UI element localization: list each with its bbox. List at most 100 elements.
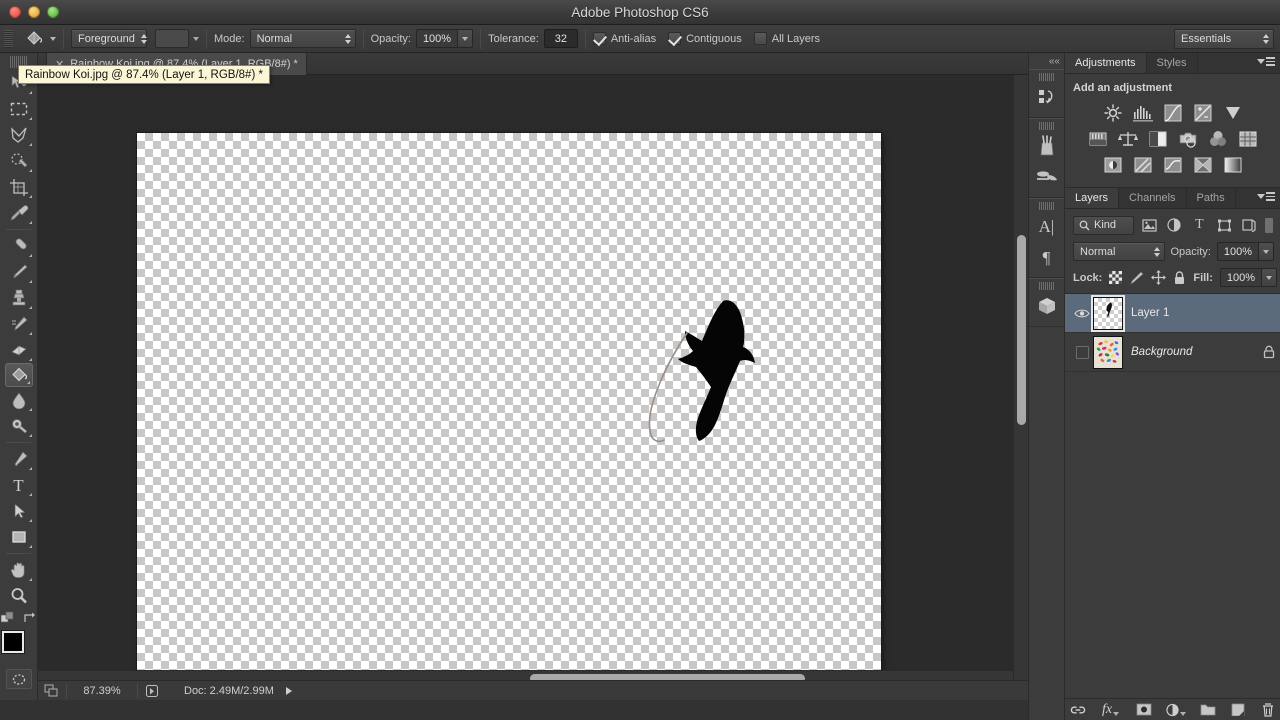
layer-fill-dropdown-icon[interactable] (1262, 268, 1277, 287)
brightness-contrast-icon[interactable] (1101, 102, 1125, 124)
clone-source-icon[interactable] (1032, 162, 1062, 192)
rail-grip[interactable] (1039, 73, 1054, 81)
tab-paths[interactable]: Paths (1187, 188, 1236, 208)
levels-icon[interactable] (1131, 102, 1155, 124)
rail-grip[interactable] (1039, 122, 1054, 130)
tab-channels[interactable]: Channels (1119, 188, 1186, 208)
lock-transparent-icon[interactable] (1109, 270, 1122, 286)
anti-alias-checkbox[interactable]: Anti-alias (593, 32, 656, 45)
resize-grip-icon[interactable] (38, 684, 66, 698)
vibrance-icon[interactable] (1221, 102, 1245, 124)
layer-style-icon[interactable]: fx (1100, 702, 1122, 718)
layer-fill-field[interactable]: 100% (1220, 268, 1277, 287)
layer-row-background[interactable]: Background (1065, 333, 1280, 372)
delete-layer-icon[interactable] (1260, 702, 1276, 718)
lock-all-icon[interactable] (1173, 270, 1186, 286)
scrollbar-thumb[interactable] (1017, 235, 1026, 425)
hand-tool[interactable] (4, 557, 34, 583)
pattern-swatch[interactable] (155, 29, 189, 48)
tab-adjustments[interactable]: Adjustments (1065, 53, 1147, 73)
crop-tool[interactable] (4, 174, 34, 200)
invert-icon[interactable] (1101, 154, 1125, 176)
brush-presets-icon[interactable] (1032, 131, 1062, 161)
filter-toggle-switch[interactable] (1265, 215, 1274, 235)
history-brush-tool[interactable] (4, 311, 34, 337)
color-balance-icon[interactable] (1116, 128, 1140, 150)
expand-panels-button[interactable]: «« (1029, 53, 1064, 69)
workspace-select[interactable]: Essentials (1174, 29, 1274, 49)
spot-healing-brush-tool[interactable] (4, 233, 34, 259)
rail-grip[interactable] (1039, 202, 1054, 210)
threshold-icon[interactable] (1161, 154, 1185, 176)
rectangle-tool[interactable] (4, 524, 34, 550)
options-grip[interactable] (4, 30, 13, 48)
opacity-dropdown-icon[interactable] (458, 29, 473, 48)
paragraph-icon[interactable]: ¶ (1032, 242, 1062, 272)
foreground-color-swatch[interactable] (2, 631, 24, 653)
dodge-tool[interactable] (4, 413, 34, 439)
all-layers-checkbox[interactable]: All Layers (754, 32, 820, 45)
link-layers-icon[interactable] (1070, 702, 1086, 718)
quick-mask-toggle[interactable] (6, 669, 32, 689)
brush-tool[interactable] (4, 259, 34, 285)
preview-flag-icon[interactable] (138, 684, 166, 698)
hue-saturation-icon[interactable] (1086, 128, 1110, 150)
eraser-tool[interactable] (4, 337, 34, 363)
blur-tool[interactable] (4, 387, 34, 413)
photo-filter-icon[interactable] (1176, 128, 1200, 150)
tab-layers[interactable]: Layers (1065, 188, 1119, 208)
default-colors-icon[interactable] (1, 611, 15, 625)
layer-row-layer-1[interactable]: Layer 1 (1065, 294, 1280, 333)
selective-color-icon[interactable] (1191, 154, 1215, 176)
layer-thumbnail[interactable] (1093, 297, 1123, 330)
panel-menu-icon[interactable] (1257, 57, 1275, 66)
smartobject-filter-icon[interactable] (1240, 215, 1259, 235)
layer-name[interactable]: Layer 1 (1131, 307, 1280, 319)
contiguous-checkbox[interactable]: Contiguous (668, 32, 742, 45)
layer-opacity-field[interactable]: 100% (1217, 242, 1274, 261)
layer-blend-mode-select[interactable]: Normal (1073, 242, 1165, 261)
eyedropper-tool[interactable] (4, 200, 34, 226)
tab-styles[interactable]: Styles (1147, 53, 1198, 73)
layer-filter-kind-select[interactable]: Kind (1073, 216, 1134, 235)
status-menu-arrow-icon[interactable] (286, 687, 292, 695)
current-tool-preset[interactable] (21, 28, 56, 50)
type-filter-icon[interactable]: T (1190, 215, 1209, 235)
exposure-icon[interactable] (1191, 102, 1215, 124)
layer-thumbnail[interactable] (1093, 336, 1123, 369)
canvas[interactable] (137, 133, 881, 685)
channel-mixer-icon[interactable] (1206, 128, 1230, 150)
adjustment-filter-icon[interactable] (1165, 215, 1184, 235)
shape-filter-icon[interactable] (1215, 215, 1234, 235)
pen-tool[interactable] (4, 446, 34, 472)
color-lookup-icon[interactable] (1236, 128, 1260, 150)
quick-selection-tool[interactable] (4, 148, 34, 174)
rail-grip[interactable] (1039, 282, 1054, 290)
pattern-picker[interactable] (155, 29, 199, 48)
history-icon[interactable] (1032, 82, 1062, 112)
new-layer-icon[interactable] (1230, 702, 1246, 718)
lock-image-icon[interactable] (1129, 270, 1144, 286)
fill-source-select[interactable]: Foreground (71, 29, 147, 48)
posterize-icon[interactable] (1131, 154, 1155, 176)
character-icon[interactable]: A| (1032, 211, 1062, 241)
zoom-tool[interactable] (4, 583, 34, 609)
layer-name[interactable]: Background (1131, 346, 1258, 358)
rectangular-marquee-tool[interactable] (4, 96, 34, 122)
layer-opacity-dropdown-icon[interactable] (1259, 242, 1274, 261)
new-adjustment-icon[interactable] (1166, 702, 1186, 718)
3d-icon[interactable] (1032, 291, 1062, 321)
pixel-filter-icon[interactable] (1140, 215, 1159, 235)
opacity-field[interactable]: 100% (416, 29, 473, 48)
clone-stamp-tool[interactable] (4, 285, 34, 311)
lasso-tool[interactable] (4, 122, 34, 148)
curves-icon[interactable] (1161, 102, 1185, 124)
black-white-icon[interactable] (1146, 128, 1170, 150)
canvas-viewport[interactable] (38, 75, 1013, 685)
tolerance-input[interactable]: 32 (544, 29, 578, 48)
lock-position-icon[interactable] (1151, 270, 1166, 286)
new-group-icon[interactable] (1200, 702, 1216, 718)
layer-mask-icon[interactable] (1136, 702, 1152, 718)
color-swatches[interactable] (2, 631, 36, 665)
path-selection-tool[interactable] (4, 498, 34, 524)
